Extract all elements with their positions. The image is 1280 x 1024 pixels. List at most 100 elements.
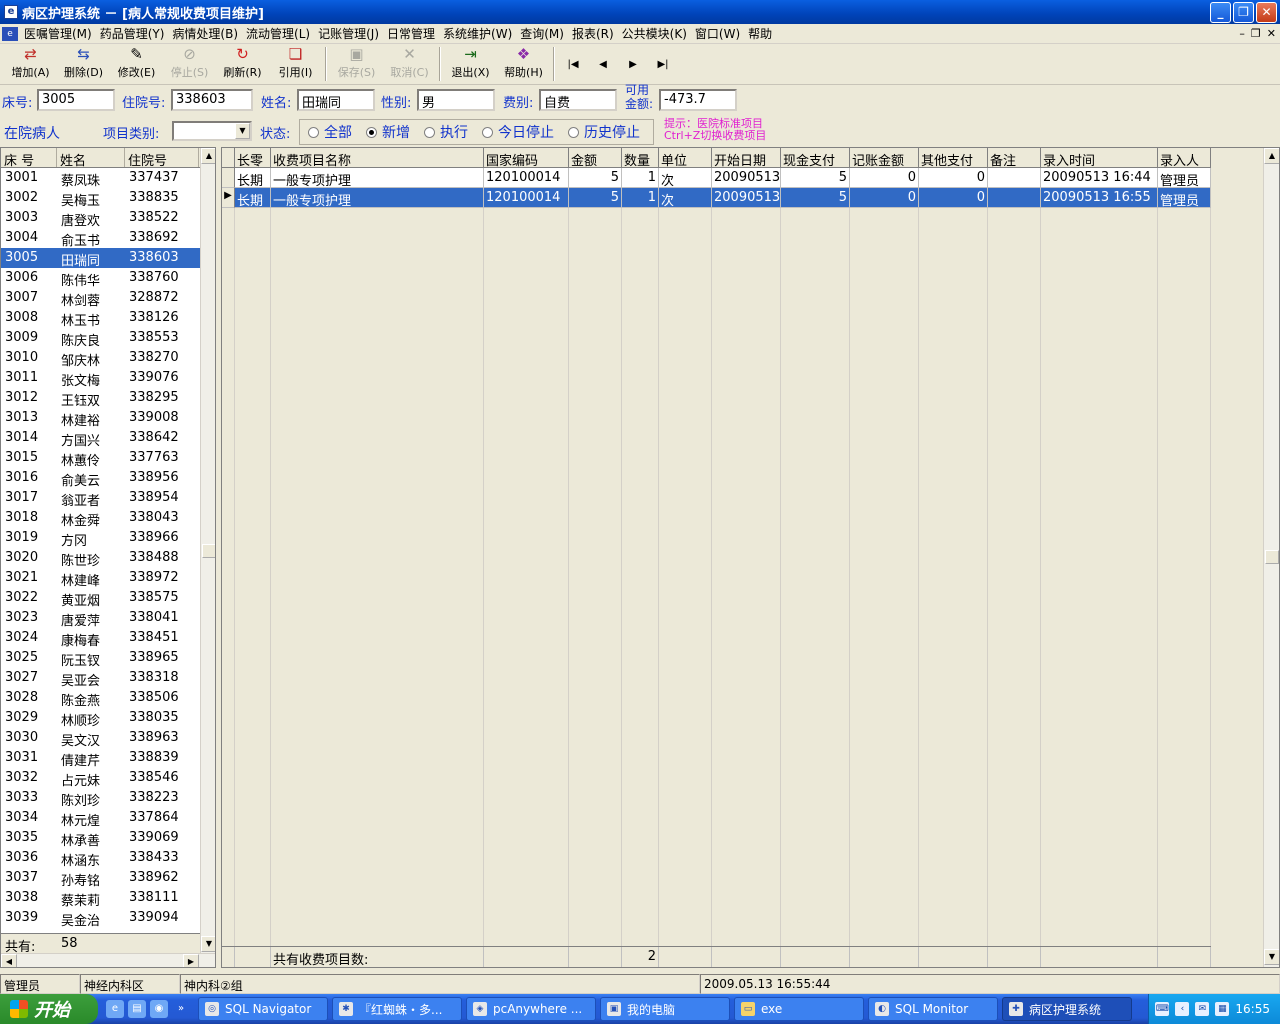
menu-report[interactable]: 报表(R) xyxy=(570,25,620,42)
status-exec-radio[interactable]: 执行 xyxy=(424,122,468,142)
scroll-up-icon[interactable]: ▲ xyxy=(1264,148,1279,164)
menu-daily[interactable]: 日常管理 xyxy=(385,25,441,42)
row-pointer-icon[interactable]: ▶ xyxy=(222,188,235,208)
charge-cell[interactable]: 0 xyxy=(919,168,988,188)
exit-button[interactable]: ⇥ 退出(X) xyxy=(444,45,497,83)
charge-cell[interactable]: 次 xyxy=(659,168,712,188)
patient-row[interactable]: 3014 方国兴 338642 xyxy=(1,428,200,448)
patient-row[interactable]: 3029 林顺珍 338035 xyxy=(1,708,200,728)
explorer-icon[interactable]: ▤ xyxy=(128,1000,146,1018)
charge-cell[interactable]: 一般专项护理 xyxy=(271,168,484,188)
task-sql-monitor[interactable]: ◐ SQL Monitor xyxy=(868,997,998,1021)
keyboard-icon[interactable]: ⌨ xyxy=(1155,1002,1170,1016)
task-exe-folder[interactable]: ▭ exe xyxy=(734,997,864,1021)
status-all-radio[interactable]: 全部 xyxy=(308,122,352,142)
fee-type-field[interactable]: 自费 xyxy=(539,89,617,111)
menu-flow[interactable]: 流动管理(L) xyxy=(244,25,316,42)
patient-row[interactable]: 3027 吴亚会 338318 xyxy=(1,668,200,688)
patient-row[interactable]: 3030 吴文汉 338963 xyxy=(1,728,200,748)
charge-cell[interactable]: 5 xyxy=(569,188,622,208)
edit-button[interactable]: ✎ 修改(E) xyxy=(110,45,163,83)
charge-row[interactable]: ▶ 长期 一般专项护理 120100014 5 1 次 20090513 5 0 0 20090513… xyxy=(222,188,1211,208)
charge-cell[interactable]: 20090513 xyxy=(712,188,781,208)
col-cash[interactable]: 现金支付 xyxy=(781,148,850,168)
bed-field[interactable]: 3005 xyxy=(37,89,115,111)
patient-list-vscroll[interactable]: ▲ ▼ xyxy=(200,148,215,953)
scroll-up-icon[interactable]: ▲ xyxy=(201,148,215,164)
refresh-button[interactable]: ↻ 刷新(R) xyxy=(216,45,269,83)
col-other[interactable]: 其他支付 xyxy=(919,148,988,168)
prev-record-button[interactable]: ◀ xyxy=(588,45,618,83)
patient-row[interactable]: 3024 康梅春 338451 xyxy=(1,628,200,648)
chevron-down-icon[interactable]: ▼ xyxy=(235,123,250,139)
patient-row[interactable]: 3002 吴梅玉 338835 xyxy=(1,188,200,208)
task-my-computer[interactable]: ▣ 我的电脑 xyxy=(600,997,730,1021)
charge-cell[interactable]: 5 xyxy=(569,168,622,188)
patient-row[interactable]: 3021 林建峰 338972 xyxy=(1,568,200,588)
row-indicator[interactable] xyxy=(222,168,235,188)
start-button[interactable]: 开始 xyxy=(0,994,98,1024)
patient-row[interactable]: 3020 陈世珍 338488 xyxy=(1,548,200,568)
charge-cell[interactable]: 长期 xyxy=(235,188,271,208)
balance-field[interactable]: -473.7 xyxy=(659,89,737,111)
patient-row[interactable]: 3039 吴金治 339094 xyxy=(1,908,200,928)
restore-button[interactable]: ❐ xyxy=(1233,2,1254,23)
patient-row[interactable]: 3010 邹庆林 338270 xyxy=(1,348,200,368)
patient-row[interactable]: 3035 林承善 339069 xyxy=(1,828,200,848)
mdi-close-icon[interactable]: ✕ xyxy=(1267,27,1276,40)
patient-row[interactable]: 3009 陈庆良 338553 xyxy=(1,328,200,348)
patient-row[interactable]: 3022 黄亚烟 338575 xyxy=(1,588,200,608)
charge-cell[interactable]: 次 xyxy=(659,188,712,208)
patient-row[interactable]: 3018 林金舜 338043 xyxy=(1,508,200,528)
menu-common[interactable]: 公共模块(K) xyxy=(620,25,693,42)
close-button[interactable]: ✕ xyxy=(1256,2,1277,23)
scroll-right-icon[interactable]: ▶ xyxy=(183,954,199,967)
patient-row[interactable]: 3031 倩建芹 338839 xyxy=(1,748,200,768)
add-button[interactable]: ⇄ 增加(A) xyxy=(4,45,57,83)
patient-row[interactable]: 3006 陈伟华 338760 xyxy=(1,268,200,288)
patient-row[interactable]: 3017 翁亚者 338954 xyxy=(1,488,200,508)
charge-cell[interactable]: 0 xyxy=(919,188,988,208)
patient-row[interactable]: 3008 林玉书 338126 xyxy=(1,308,200,328)
mdi-restore-icon[interactable]: ❐ xyxy=(1251,27,1261,40)
charge-cell[interactable] xyxy=(988,188,1041,208)
col-unit[interactable]: 单位 xyxy=(659,148,712,168)
scroll-thumb[interactable] xyxy=(1265,550,1279,564)
save-button[interactable]: ▣ 保存(S) xyxy=(330,45,383,83)
menu-query[interactable]: 查询(M) xyxy=(518,25,570,42)
name-field[interactable]: 田瑞同 xyxy=(297,89,375,111)
last-record-button[interactable]: ▶| xyxy=(648,45,678,83)
cancel-button[interactable]: ✕ 取消(C) xyxy=(383,45,436,83)
task-sql-navigator[interactable]: ◎ SQL Navigator xyxy=(198,997,328,1021)
scroll-down-icon[interactable]: ▼ xyxy=(1264,949,1279,965)
scroll-left-icon[interactable]: ◀ xyxy=(1,954,17,967)
col-term[interactable]: 长零 xyxy=(235,148,271,168)
charge-cell[interactable] xyxy=(988,168,1041,188)
patient-row[interactable]: 3028 陈金燕 338506 xyxy=(1,688,200,708)
charge-cell[interactable]: 0 xyxy=(850,188,919,208)
col-quantity[interactable]: 数量 xyxy=(622,148,659,168)
first-record-button[interactable]: |◀ xyxy=(558,45,588,83)
charges-grid-vscroll[interactable]: ▲ ▼ xyxy=(1263,148,1279,967)
charge-cell[interactable]: 20090513 16:44 xyxy=(1041,168,1158,188)
minimize-button[interactable]: _ xyxy=(1210,2,1231,23)
next-record-button[interactable]: ▶ xyxy=(618,45,648,83)
menu-condition[interactable]: 病情处理(B) xyxy=(170,25,244,42)
patient-row[interactable]: 3012 王钰双 338295 xyxy=(1,388,200,408)
scroll-thumb[interactable] xyxy=(202,544,215,558)
col-admission[interactable]: 住院号 xyxy=(125,148,199,169)
charge-cell[interactable]: 1 xyxy=(622,168,659,188)
reference-button[interactable]: ❏ 引用(I) xyxy=(269,45,322,83)
menu-help[interactable]: 帮助 xyxy=(746,25,778,42)
charge-row[interactable]: 长期 一般专项护理 120100014 5 1 次 20090513 5 0 0 20090513 … xyxy=(222,168,1211,188)
task-pcanywhere[interactable]: ◈ pcAnywhere ... xyxy=(466,997,596,1021)
charge-cell[interactable]: 1 xyxy=(622,188,659,208)
col-amount[interactable]: 金额 xyxy=(569,148,622,168)
col-entry-time[interactable]: 录入时间 xyxy=(1041,148,1158,168)
mail-icon[interactable]: ✉ xyxy=(1195,1002,1210,1016)
menu-billing[interactable]: 记账管理(J) xyxy=(316,25,385,42)
patient-row[interactable]: 3032 占元妹 338546 xyxy=(1,768,200,788)
media-icon[interactable]: ◉ xyxy=(150,1000,168,1018)
col-start-date[interactable]: 开始日期 xyxy=(712,148,781,168)
gender-field[interactable]: 男 xyxy=(417,89,495,111)
